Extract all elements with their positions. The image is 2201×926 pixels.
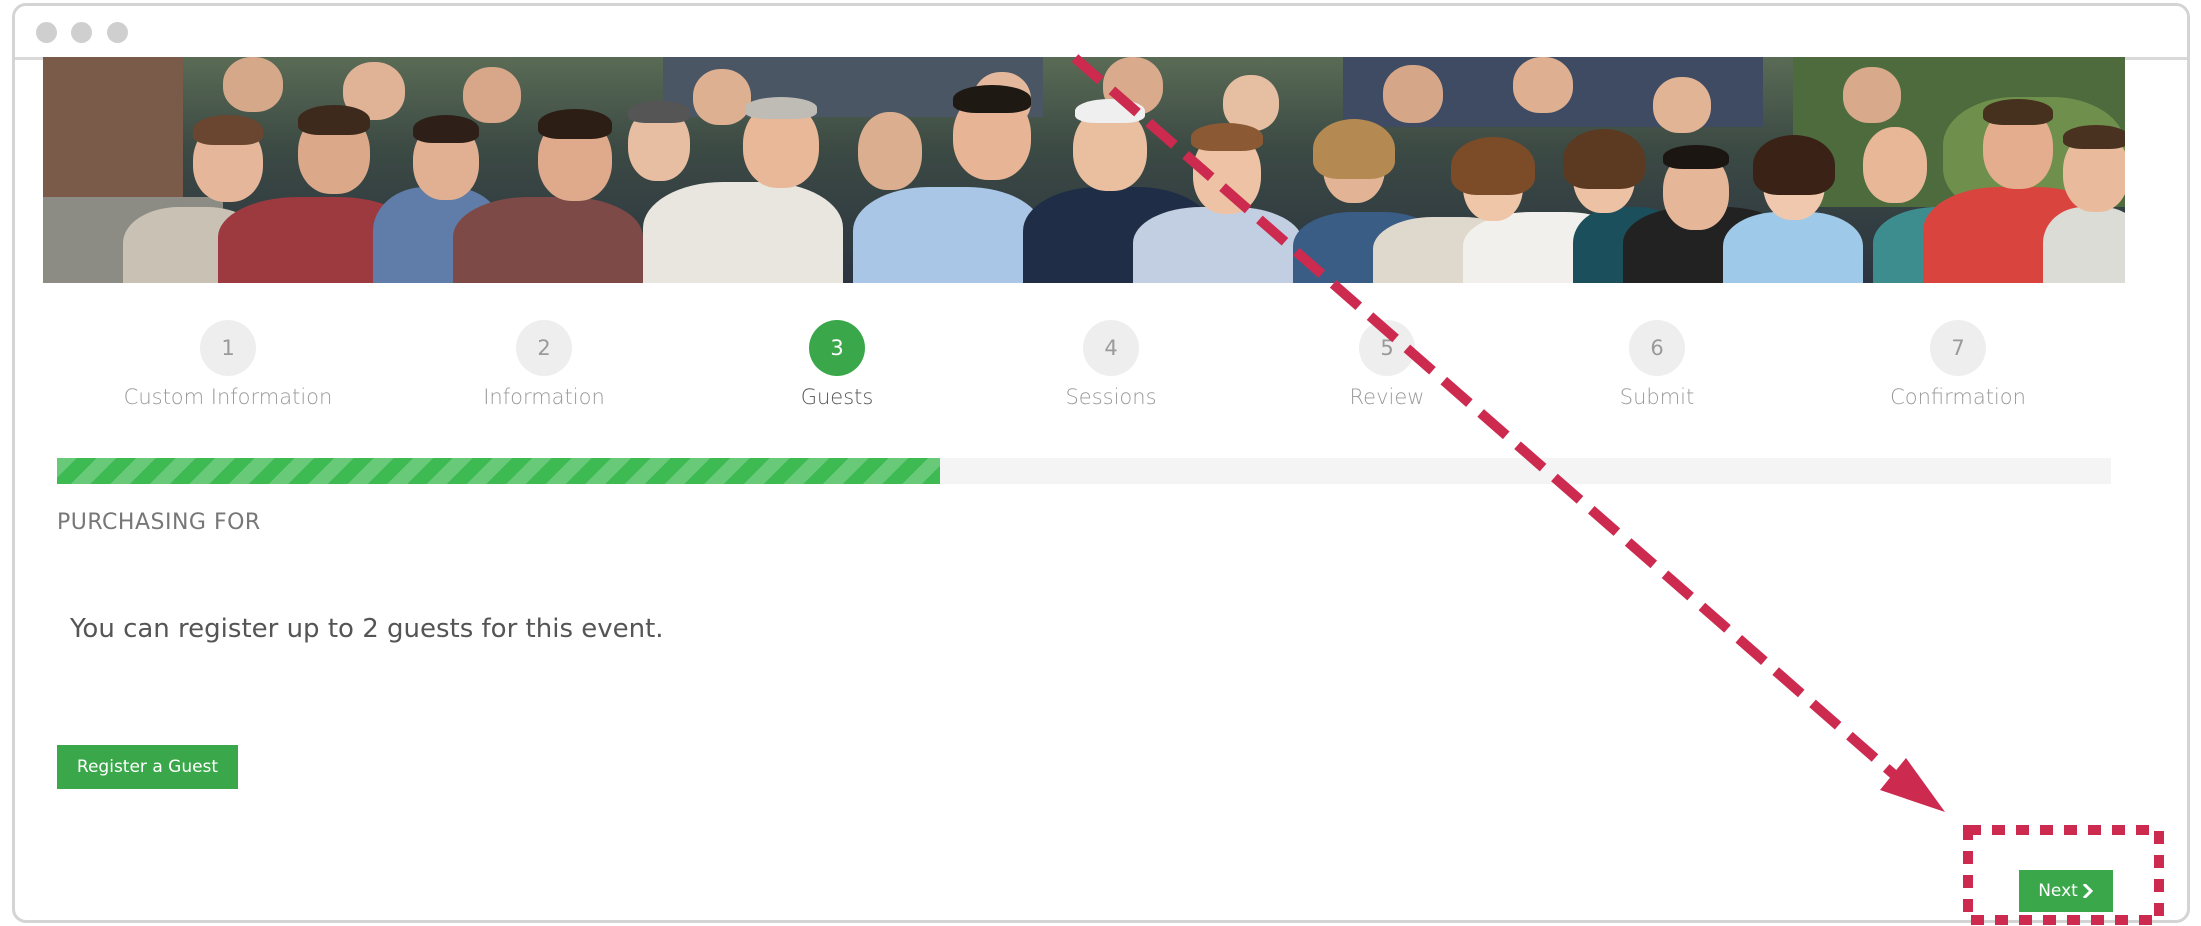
chevron-right-icon: [2082, 884, 2094, 898]
minimize-window-dot[interactable]: [71, 22, 92, 43]
step-label: Information: [483, 385, 605, 409]
step-confirmation[interactable]: 7 Confirmation: [1808, 320, 2108, 409]
guest-limit-text: You can register up to 2 guests for this…: [70, 614, 664, 644]
maximize-window-dot[interactable]: [107, 22, 128, 43]
event-banner-image: [43, 57, 2125, 283]
next-button[interactable]: Next: [2019, 870, 2113, 912]
step-number: 7: [1930, 320, 1986, 376]
step-label: Review: [1349, 385, 1425, 409]
step-number-active: 3: [809, 320, 865, 376]
window-titlebar: [15, 6, 2187, 60]
step-label: Confirmation: [1890, 385, 2026, 409]
step-custom-information[interactable]: 1 Custom Information: [78, 320, 378, 409]
registration-stepper: 1 Custom Information 2 Information 3 Gue…: [0, 320, 2201, 420]
step-label-active: Guests: [800, 385, 874, 409]
step-number: 1: [200, 320, 256, 376]
step-number: 5: [1359, 320, 1415, 376]
step-label: Submit: [1619, 385, 1695, 409]
step-number: 2: [516, 320, 572, 376]
step-information[interactable]: 2 Information: [394, 320, 694, 409]
next-button-label: Next: [2038, 881, 2078, 901]
register-guest-button[interactable]: Register a Guest: [57, 745, 238, 789]
step-number: 6: [1629, 320, 1685, 376]
progress-bar-fill: [57, 458, 941, 484]
close-window-dot[interactable]: [36, 22, 57, 43]
step-review[interactable]: 5 Review: [1237, 320, 1537, 409]
step-label: Sessions: [1065, 385, 1157, 409]
purchasing-for-heading: PURCHASING FOR: [57, 510, 261, 535]
step-label: Custom Information: [123, 385, 333, 409]
step-number: 4: [1083, 320, 1139, 376]
step-submit[interactable]: 6 Submit: [1507, 320, 1807, 409]
registration-progress-bar: [57, 458, 2111, 484]
step-sessions[interactable]: 4 Sessions: [961, 320, 1261, 409]
step-guests[interactable]: 3 Guests: [687, 320, 987, 409]
